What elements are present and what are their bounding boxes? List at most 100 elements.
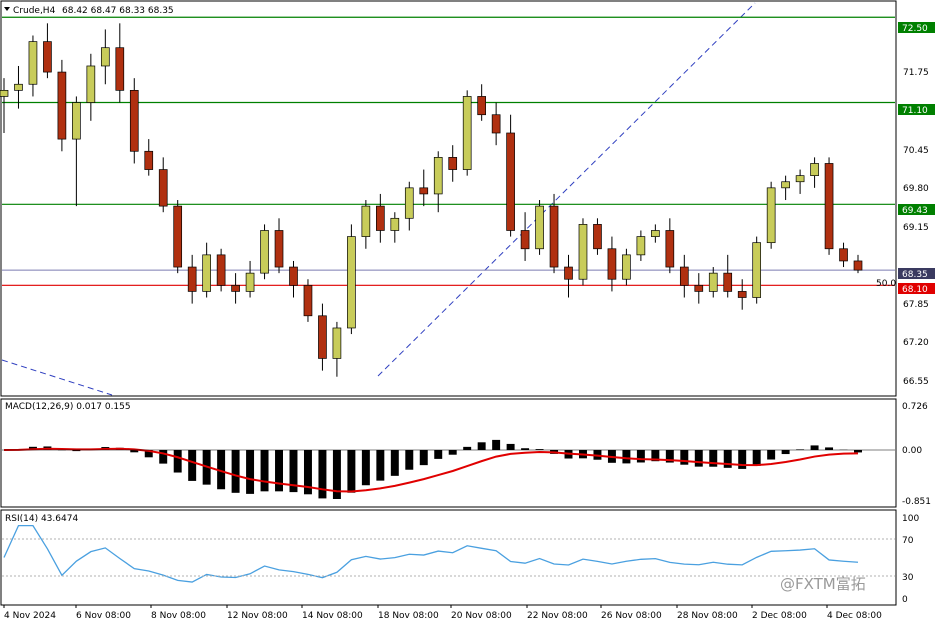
candle-body [173, 205, 183, 268]
macd-bar [347, 450, 356, 493]
rsi-axis-0: 0 [902, 595, 908, 605]
macd-bar [318, 450, 327, 499]
candle-body [202, 254, 211, 292]
time-label: 2 Dec 08:00 [752, 611, 807, 621]
rsi-axis-70: 70 [902, 536, 914, 546]
rsi-axis-30: 30 [902, 573, 914, 583]
macd-bar [492, 439, 501, 450]
macd-bar [752, 450, 761, 466]
time-label: 4 Nov 2024 [4, 611, 56, 621]
candle-body [520, 230, 530, 250]
macd-axis-zero: 0.00 [902, 446, 922, 456]
price-tick: 69.80 [903, 184, 929, 194]
macd-bar [694, 450, 703, 467]
ohlc-readout: 68.42 68.47 68.33 68.35 [62, 6, 174, 16]
time-label: 6 Nov 08:00 [76, 611, 131, 621]
candle-body [477, 96, 486, 116]
level-tag-label: 69.43 [902, 206, 928, 216]
candle-body [607, 248, 617, 280]
candle-body [216, 254, 226, 286]
candle-body [708, 272, 718, 292]
macd-bar [361, 450, 370, 486]
level-tag-label: 71.10 [902, 106, 928, 116]
candle-body [824, 163, 834, 250]
time-label: 14 Nov 08:00 [302, 611, 363, 621]
candle-body [723, 272, 733, 292]
candle-body [766, 187, 776, 244]
macd-bar [419, 450, 428, 466]
price-tick: 67.85 [903, 300, 929, 310]
candle-body [853, 260, 863, 271]
macd-bar [434, 450, 443, 459]
time-label: 28 Nov 08:00 [677, 611, 738, 621]
candle-body [318, 315, 327, 359]
macd-bar [231, 450, 240, 493]
candle-body [43, 41, 52, 73]
macd-bar [854, 450, 862, 453]
candle-body [57, 71, 67, 140]
macd-bar [260, 450, 269, 492]
price-tick: 71.75 [903, 68, 929, 78]
candle-body [795, 175, 805, 183]
candle-body [636, 236, 646, 256]
time-axis[interactable]: 4 Nov 2024 6 Nov 08:00 8 Nov 08:00 12 Nov 0… [3, 605, 882, 621]
macd-bar [506, 443, 515, 450]
candle-body [694, 284, 704, 292]
symbol-label: Crude,H4 [13, 6, 56, 16]
macd-bar [636, 450, 645, 463]
candle-body [129, 89, 139, 152]
price-tick: 69.15 [903, 223, 929, 233]
macd-bar [680, 450, 689, 465]
candle-body [462, 96, 472, 170]
candle-body [260, 230, 269, 274]
candle-body [390, 217, 400, 231]
macd-bar [767, 450, 776, 460]
candle-body [781, 181, 790, 189]
time-label: 26 Nov 08:00 [601, 611, 662, 621]
candle-body [549, 205, 559, 268]
rsi-label: RSI(14) 43.6474 [5, 514, 78, 524]
macd-bar [825, 447, 834, 450]
macd-label: MACD(12,26,9) 0.017 0.155 [5, 402, 131, 412]
candle-body [332, 327, 342, 359]
candle-body [448, 157, 458, 170]
price-tick: 70.45 [903, 146, 929, 156]
macd-axis-min: -0.851 [902, 497, 931, 507]
macd-pane[interactable] [0, 398, 897, 508]
macd-bar [448, 450, 457, 455]
candle-body [245, 272, 255, 292]
candle-body [231, 284, 240, 292]
candle-body [289, 266, 298, 286]
macd-bar [188, 450, 197, 481]
chart-canvas[interactable]: Crude,H4 68.42 68.47 68.33 68.35 71.75 7… [0, 0, 936, 624]
macd-bar [275, 450, 283, 492]
rsi-pane[interactable] [0, 509, 897, 606]
candle-body [100, 47, 110, 67]
level-tag-label: 72.50 [902, 24, 928, 34]
candle-body [737, 291, 747, 298]
main-price-pane[interactable] [0, 0, 897, 397]
time-label: 8 Nov 08:00 [151, 611, 206, 621]
time-label: 18 Nov 08:00 [378, 611, 439, 621]
fib-label: 50.0 [876, 279, 896, 289]
candle-body [144, 150, 154, 170]
price-tick: 67.20 [903, 338, 929, 348]
candle-body [303, 284, 313, 317]
macd-axis-max: 0.726 [902, 402, 928, 412]
candle-body [72, 102, 81, 140]
macd-bar [405, 450, 414, 470]
macd-bar [173, 450, 182, 473]
time-label: 20 Nov 08:00 [451, 611, 512, 621]
candle-body [810, 163, 819, 177]
candle-body [535, 205, 544, 250]
candle-body [564, 266, 573, 280]
candle-body [187, 266, 197, 292]
candle-body [86, 65, 96, 103]
candle-body [0, 89, 9, 97]
candle-body [679, 266, 689, 286]
candle-body [839, 248, 848, 262]
time-label: 12 Nov 08:00 [227, 611, 288, 621]
candle-body [274, 230, 284, 268]
candle-body [665, 230, 675, 268]
macd-bar [246, 450, 255, 494]
